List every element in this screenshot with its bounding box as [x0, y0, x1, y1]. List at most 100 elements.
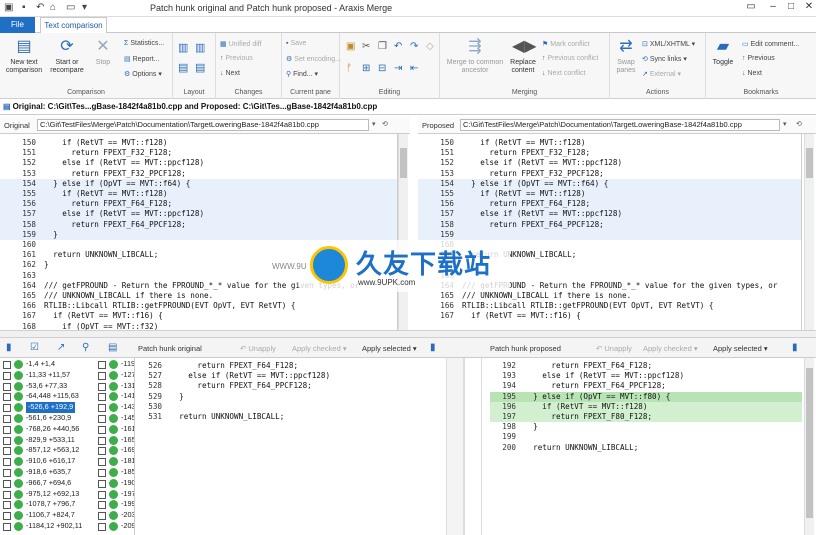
maximize-button[interactable]: □: [782, 1, 800, 12]
undo-icon[interactable]: ↶: [36, 2, 44, 13]
folder-icon[interactable]: ▭: [66, 2, 75, 13]
unapply-button-right[interactable]: ↶ Unapply: [596, 344, 632, 353]
tab-file[interactable]: File: [0, 17, 35, 33]
hunk-row-right[interactable]: -199: [95, 499, 134, 510]
hunk-row-right[interactable]: -190: [95, 478, 134, 489]
previous-conflict-button[interactable]: ↑ Previous conflict: [542, 55, 598, 62]
hunk-row[interactable]: -526,6 +192,9: [0, 402, 95, 413]
paste-icon[interactable]: ▣: [346, 41, 355, 52]
hunk-checkbox[interactable]: [3, 393, 11, 402]
hunk-checkbox[interactable]: [3, 415, 11, 423]
hunk-row[interactable]: -829,9 +533,11: [0, 435, 95, 446]
replace-content-button[interactable]: ◀▶ Replace content: [506, 37, 540, 75]
hunk-checkbox[interactable]: [98, 436, 106, 445]
insert-icon[interactable]: ⊞: [362, 63, 370, 74]
hunk-checkbox[interactable]: [98, 415, 106, 423]
hunk-row-right[interactable]: -141: [95, 391, 134, 402]
hunk-checkbox[interactable]: [98, 458, 106, 467]
next-change-button[interactable]: ↓ Next: [220, 70, 240, 77]
new-text-comparison-button[interactable]: ▤ New text comparison: [4, 37, 44, 75]
hunk-checkbox[interactable]: [3, 436, 11, 445]
hunk-row-right[interactable]: -203: [95, 510, 134, 521]
dropdown-icon[interactable]: ▾: [783, 120, 787, 128]
save-button[interactable]: ▪ Save: [286, 40, 306, 47]
stop-button[interactable]: ✕ Stop: [90, 37, 116, 67]
bookmark-icon[interactable]: ▮: [792, 342, 798, 353]
hunk-row-right[interactable]: -181: [95, 456, 134, 467]
apply-selected-button[interactable]: Apply selected ▾: [362, 344, 417, 353]
apply-checked-button[interactable]: Apply checked ▾: [292, 344, 347, 353]
hunk-row-right[interactable]: -185: [95, 467, 134, 478]
hunk-checkbox[interactable]: [3, 382, 11, 391]
hunk-checkbox[interactable]: [3, 404, 11, 413]
list-icon[interactable]: ▤: [108, 342, 117, 353]
hunk-checkbox[interactable]: [98, 425, 106, 434]
apply-selected-button-right[interactable]: Apply selected ▾: [713, 344, 768, 353]
history-icon[interactable]: ⟲: [382, 120, 388, 128]
ribbon-display-icon[interactable]: ▭: [742, 1, 760, 12]
start-recompare-button[interactable]: ⟳ Start or recompare: [46, 37, 88, 75]
hunk-row[interactable]: -857,12 +563,12: [0, 445, 95, 456]
hunk-checkbox[interactable]: [98, 382, 106, 391]
hunk-checkbox[interactable]: [98, 490, 106, 499]
hunk-row-right[interactable]: -165: [95, 435, 134, 446]
find-button[interactable]: ⚲ Find... ▾: [286, 70, 318, 78]
hunk-checkbox[interactable]: [98, 479, 106, 488]
unapply-button[interactable]: ↶ Unapply: [240, 344, 276, 353]
layout-horizontal-icon[interactable]: ▤: [178, 61, 188, 74]
hunk-row[interactable]: -64,448 +115,63: [0, 391, 95, 402]
tab-text-comparison[interactable]: Text comparison: [40, 17, 107, 33]
hunk-checkbox[interactable]: [98, 404, 106, 413]
external-button[interactable]: ↗ External ▾: [642, 70, 681, 78]
hunk-checkbox[interactable]: [3, 523, 11, 531]
hunk-checkbox[interactable]: [3, 469, 11, 477]
statistics-button[interactable]: Σ Statistics...: [124, 40, 164, 47]
home-icon[interactable]: ⌂: [50, 2, 56, 13]
hunk-checkbox[interactable]: [98, 371, 106, 380]
hunk-checkbox[interactable]: [98, 501, 106, 510]
hunk-checkbox[interactable]: [98, 361, 106, 369]
options-button[interactable]: ⚙ Options ▾: [124, 70, 162, 78]
quick-access-dropdown-icon[interactable]: ▾: [82, 2, 87, 13]
layout-three-pane-icon[interactable]: ▥: [195, 41, 205, 54]
proposed-scrollbar[interactable]: [804, 134, 814, 330]
hunk-row[interactable]: -1078,7 +796,7: [0, 499, 95, 510]
hunk-checkbox[interactable]: [98, 523, 106, 531]
redo-icon[interactable]: ↷: [410, 41, 418, 52]
hunk-checkbox[interactable]: [3, 458, 11, 467]
proposed-path-input[interactable]: C:\Git\TestFiles\Merge\Patch\Documentati…: [460, 119, 780, 131]
hunk-checkbox[interactable]: [3, 479, 11, 488]
save-icon[interactable]: ▪: [22, 2, 26, 13]
minimize-button[interactable]: –: [764, 1, 782, 12]
hunk-row[interactable]: -975,12 +692,13: [0, 489, 95, 500]
original-scrollbar[interactable]: [398, 134, 408, 330]
hunk-checkbox[interactable]: [98, 447, 106, 456]
hunk-checkbox[interactable]: [3, 425, 11, 434]
next-bookmark-button[interactable]: ↓ Next: [742, 70, 762, 77]
hunk-scrollbar[interactable]: [804, 358, 814, 535]
hunk-row[interactable]: -910,6 +616,17: [0, 456, 95, 467]
toggle-bookmark-button[interactable]: ▰ Toggle: [708, 37, 738, 67]
hunk-row[interactable]: -1,4 +1,4: [0, 359, 95, 370]
sync-links-button[interactable]: ⟲ Sync links ▾: [642, 55, 687, 63]
hunk-checkbox[interactable]: [98, 393, 106, 402]
close-button[interactable]: ✕: [800, 1, 816, 12]
next-conflict-button[interactable]: ↓ Next conflict: [542, 70, 586, 77]
hunk-row-right[interactable]: -143: [95, 402, 134, 413]
original-code-pane[interactable]: 150 if (RetVT == MVT::f128) 151 return FP…: [0, 134, 398, 330]
hunk-proposed-pane[interactable]: 192 return FPEXT_F64_F128; 193 else if (R…: [490, 358, 802, 535]
report-button[interactable]: ▤ Report...: [124, 55, 159, 63]
original-path-input[interactable]: C:\Git\TestFiles\Merge\Patch\Documentati…: [37, 119, 369, 131]
hunk-row[interactable]: -1184,12 +902,11: [0, 521, 95, 532]
layout-vertical-icon[interactable]: ▤: [195, 61, 205, 74]
check-icon[interactable]: ☑: [30, 342, 39, 353]
delete-icon[interactable]: ⊟: [378, 63, 386, 74]
xml-xhtml-button[interactable]: ⊡ XML/XHTML ▾: [642, 40, 695, 48]
hunk-row-right[interactable]: -209: [95, 521, 134, 532]
hunk-row-right[interactable]: -119: [95, 359, 134, 370]
mark-conflict-button[interactable]: ⚑ Mark conflict: [542, 40, 590, 48]
hunk-row-right[interactable]: -161: [95, 424, 134, 435]
bookmark-icon[interactable]: ▮: [430, 342, 436, 353]
hunk-list[interactable]: -1,4 +1,4 -119 -11,33 +11,57 -127 -53,6 +77,…: [0, 358, 135, 535]
previous-bookmark-button[interactable]: ↑ Previous: [742, 55, 775, 62]
